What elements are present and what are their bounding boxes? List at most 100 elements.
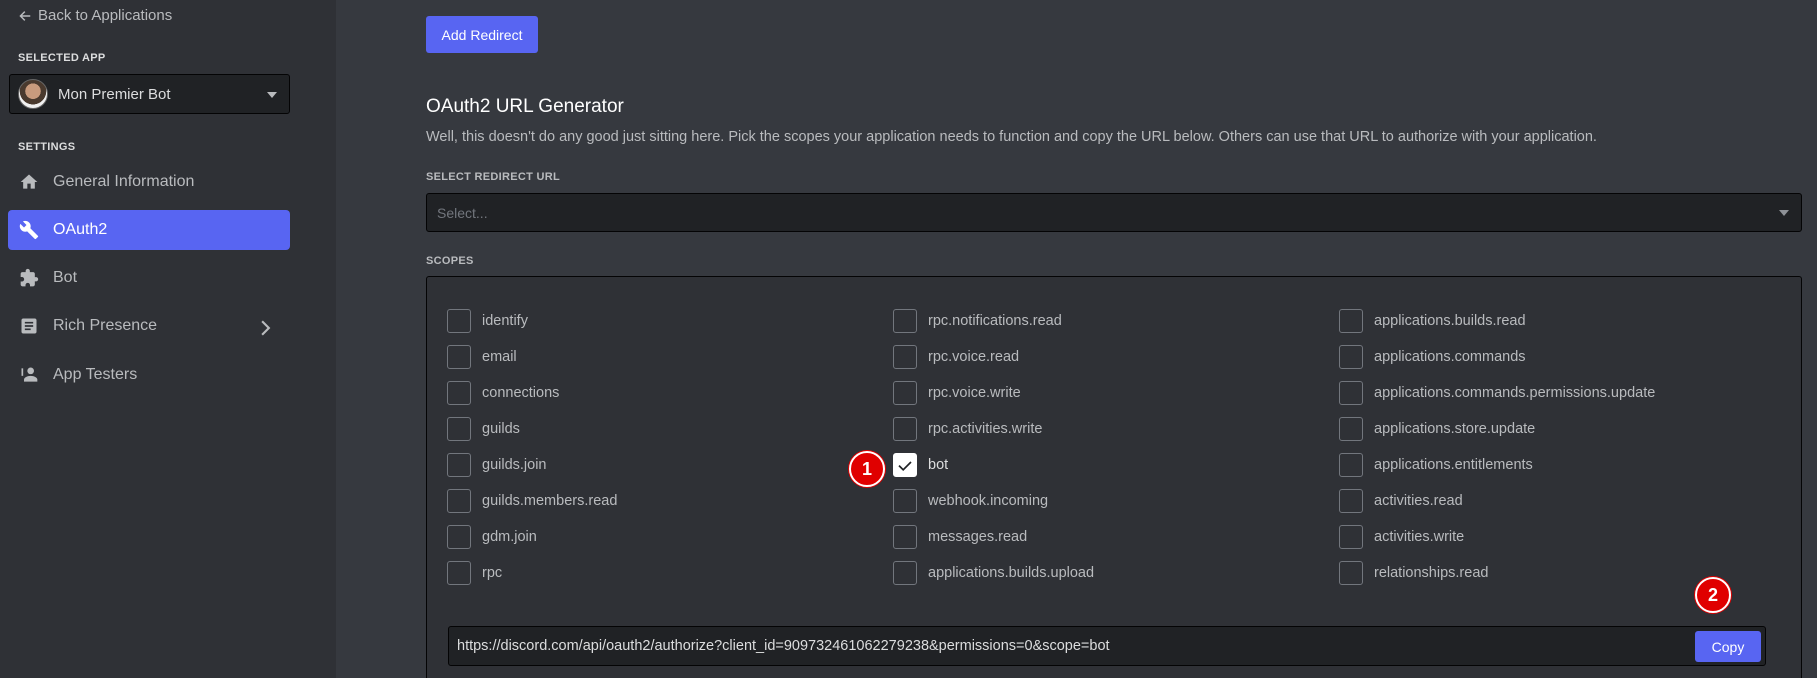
scope-checkbox[interactable] <box>893 561 917 585</box>
scope-checkbox[interactable] <box>447 453 471 477</box>
chevron-right-icon <box>261 320 271 336</box>
scope-label: rpc.voice.read <box>928 349 1020 365</box>
scope-label: rpc.activities.write <box>928 421 1043 437</box>
scope-checkbox[interactable] <box>893 489 917 513</box>
sidebar-item-oauth2[interactable]: OAuth2 <box>8 210 290 250</box>
copy-button[interactable]: Copy <box>1695 631 1761 662</box>
person-icon <box>21 367 38 382</box>
scope-option-applications-store-update[interactable]: applications.store.update <box>1339 417 1535 441</box>
scope-label: applications.entitlements <box>1374 457 1533 473</box>
back-to-applications-link[interactable]: Back to Applications <box>18 7 172 24</box>
sidebar-item-label: General Information <box>53 173 195 190</box>
scope-option-rpc-voice-write[interactable]: rpc.voice.write <box>893 381 1021 405</box>
scope-option-messages-read[interactable]: messages.read <box>893 525 1027 549</box>
scope-checkbox[interactable] <box>1339 345 1363 369</box>
puzzle-icon <box>20 268 39 287</box>
sidebar: Back to Applications SELECTED APP Mon Pr… <box>0 0 336 678</box>
annotation-marker-1: 1 <box>849 451 885 487</box>
sidebar-item-rich-presence[interactable]: Rich Presence <box>8 306 290 346</box>
scope-checkbox[interactable] <box>447 489 471 513</box>
scope-checkbox[interactable] <box>893 381 917 405</box>
scope-option-applications-commands-permissions-update[interactable]: applications.commands.permissions.update <box>1339 381 1655 405</box>
sidebar-item-general-information[interactable]: General Information <box>8 162 290 202</box>
scope-label: applications.store.update <box>1374 421 1536 437</box>
scope-checkbox[interactable] <box>447 309 471 333</box>
scope-label: messages.read <box>928 529 1028 545</box>
scope-label: connections <box>482 385 560 401</box>
scope-label: rpc <box>482 565 503 581</box>
scope-checkbox[interactable] <box>1339 489 1363 513</box>
scope-option-rpc-notifications-read[interactable]: rpc.notifications.read <box>893 309 1062 333</box>
chevron-down-icon <box>267 92 277 98</box>
document-icon <box>21 318 37 334</box>
scope-option-rpc-activities-write[interactable]: rpc.activities.write <box>893 417 1042 441</box>
sidebar-item-app-testers[interactable]: App Testers <box>8 355 290 395</box>
scope-checkbox[interactable] <box>893 417 917 441</box>
scope-option-gdm-join[interactable]: gdm.join <box>447 525 537 549</box>
scope-checkbox[interactable] <box>447 345 471 369</box>
scope-label: applications.commands.permissions.update <box>1374 385 1656 401</box>
scope-checkbox[interactable] <box>893 345 917 369</box>
scope-option-applications-builds-upload[interactable]: applications.builds.upload <box>893 561 1094 585</box>
scope-option-rpc[interactable]: rpc <box>447 561 502 585</box>
scope-checkbox[interactable] <box>893 525 917 549</box>
scope-checkbox[interactable] <box>1339 381 1363 405</box>
scope-option-relationships-read[interactable]: relationships.read <box>1339 561 1488 585</box>
scope-label: rpc.voice.write <box>928 385 1021 401</box>
scope-option-guilds-members-read[interactable]: guilds.members.read <box>447 489 617 513</box>
scope-option-activities-write[interactable]: activities.write <box>1339 525 1464 549</box>
scope-option-identify[interactable]: identify <box>447 309 528 333</box>
scope-label: gdm.join <box>482 529 537 545</box>
scope-label: bot <box>928 457 949 473</box>
scopes-panel: identify email connections guilds guilds.joi… <box>426 276 1802 678</box>
scope-checkbox[interactable] <box>1339 561 1363 585</box>
scope-label: guilds.members.read <box>482 493 618 509</box>
scope-checkbox[interactable] <box>1339 309 1363 333</box>
sidebar-item-label: Rich Presence <box>53 317 158 334</box>
scope-option-connections[interactable]: connections <box>447 381 559 405</box>
scope-option-applications-entitlements[interactable]: applications.entitlements <box>1339 453 1533 477</box>
scope-checkbox[interactable] <box>1339 453 1363 477</box>
scope-label: applications.builds.upload <box>928 565 1095 581</box>
scope-option-guilds[interactable]: guilds <box>447 417 520 441</box>
scope-option-webhook-incoming[interactable]: webhook.incoming <box>893 489 1048 513</box>
scope-label: webhook.incoming <box>928 493 1049 509</box>
generated-url: https://discord.com/api/oauth2/authorize… <box>457 638 1110 654</box>
scope-option-guilds-join[interactable]: guilds.join <box>447 453 547 477</box>
scope-option-applications-commands[interactable]: applications.commands <box>1339 345 1526 369</box>
scope-label: guilds.join <box>482 457 547 473</box>
annotation-marker-2: 2 <box>1695 577 1731 613</box>
scope-label: applications.commands <box>1374 349 1526 365</box>
scope-option-applications-builds-read[interactable]: applications.builds.read <box>1339 309 1526 333</box>
scope-option-activities-read[interactable]: activities.read <box>1339 489 1463 513</box>
scope-checkbox[interactable] <box>893 453 917 477</box>
app-selector[interactable]: Mon Premier Bot <box>9 74 290 114</box>
checkmark-icon <box>898 461 912 471</box>
sidebar-item-bot[interactable]: Bot <box>8 258 290 298</box>
back-link-label: Back to Applications <box>38 7 173 24</box>
scope-label: rpc.notifications.read <box>928 313 1062 329</box>
wrench-icon <box>19 220 39 240</box>
scope-option-email[interactable]: email <box>447 345 517 369</box>
scope-checkbox[interactable] <box>447 525 471 549</box>
home-icon <box>20 174 38 189</box>
redirect-url-label: SELECT REDIRECT URL <box>426 171 561 183</box>
redirect-url-select[interactable]: Select... <box>426 193 1802 232</box>
scope-checkbox[interactable] <box>447 381 471 405</box>
scope-label: email <box>482 349 517 365</box>
scope-label: activities.write <box>1374 529 1465 545</box>
scope-checkbox[interactable] <box>447 417 471 441</box>
scope-label: relationships.read <box>1374 565 1489 581</box>
settings-heading: SETTINGS <box>18 141 76 153</box>
scope-option-rpc-voice-read[interactable]: rpc.voice.read <box>893 345 1019 369</box>
scope-option-bot[interactable]: bot <box>893 453 948 477</box>
scope-label: activities.read <box>1374 493 1463 509</box>
sidebar-item-label: Bot <box>53 269 78 286</box>
generated-url-field[interactable]: https://discord.com/api/oauth2/authorize… <box>448 626 1766 666</box>
scope-checkbox[interactable] <box>893 309 917 333</box>
scope-checkbox[interactable] <box>1339 525 1363 549</box>
avatar <box>18 79 48 109</box>
scope-checkbox[interactable] <box>447 561 471 585</box>
add-redirect-button[interactable]: Add Redirect <box>426 16 538 53</box>
scope-checkbox[interactable] <box>1339 417 1363 441</box>
